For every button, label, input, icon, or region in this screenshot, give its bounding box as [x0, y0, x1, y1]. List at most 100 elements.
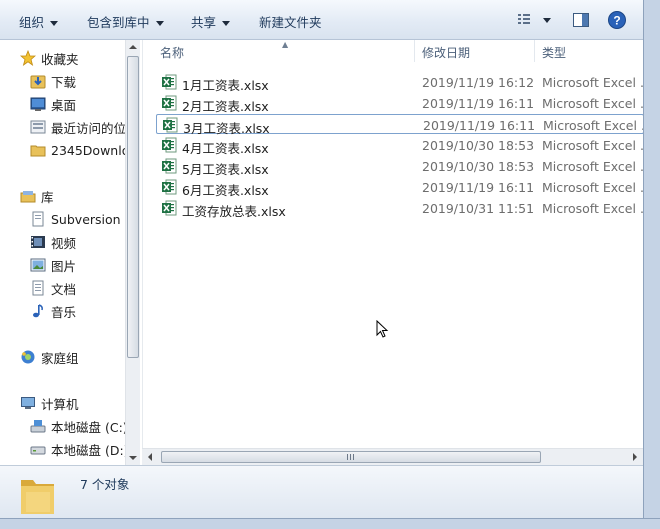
file-row[interactable]: 3月工资表.xlsx 2019/11/19 16:11 Microsoft Exce…	[156, 114, 643, 136]
horizontal-scroll-thumb[interactable]	[161, 451, 541, 463]
new-folder-button[interactable]: 新建文件夹	[259, 12, 322, 30]
nav-2345downloads[interactable]: 2345Downloads	[30, 140, 125, 160]
file-modified-date: 2019/10/30 18:53	[422, 138, 535, 153]
chevron-down-icon	[155, 21, 164, 26]
video-icon	[30, 234, 46, 250]
nav-documents-label: 文档	[51, 281, 77, 297]
organize-button[interactable]: 组织	[19, 12, 59, 30]
nav-pictures[interactable]: 图片	[30, 255, 76, 275]
excel-file-icon	[162, 137, 177, 153]
file-type: Microsoft Excel ...	[542, 75, 643, 90]
file-modified-date: 2019/11/19 16:11	[422, 180, 535, 195]
music-icon	[30, 303, 46, 319]
nav-recent-label: 最近访问的位置	[51, 120, 125, 136]
file-type: Microsoft Excel ...	[542, 96, 643, 111]
file-modified-date: 2019/11/19 16:11	[423, 118, 536, 133]
nav-music-label: 音乐	[51, 304, 77, 320]
organize-label: 组织	[19, 15, 45, 30]
file-type: Microsoft Excel ...	[542, 201, 643, 216]
scroll-down-icon[interactable]	[129, 456, 137, 460]
file-name: 工资存放总表.xlsx	[182, 204, 286, 219]
horizontal-scrollbar[interactable]	[142, 448, 643, 465]
desktop-icon	[30, 96, 46, 112]
nav-computer[interactable]: 计算机	[20, 393, 79, 413]
nav-favorites-label: 收藏夹	[41, 51, 79, 67]
scroll-up-icon[interactable]	[129, 45, 137, 49]
nav-libraries[interactable]: 库	[20, 186, 54, 206]
excel-file-icon	[162, 74, 177, 90]
nav-drive-c-label: 本地磁盘 (C:)	[51, 419, 125, 435]
nav-recent[interactable]: 最近访问的位置	[30, 117, 125, 137]
computer-icon	[20, 395, 36, 411]
file-row[interactable]: 4月工资表.xlsx 2019/10/30 18:53 Microsoft Exce…	[156, 135, 643, 156]
nav-scrollbar[interactable]	[125, 40, 140, 465]
file-modified-date: 2019/10/31 11:51	[422, 201, 535, 216]
nav-drive-d-label: 本地磁盘 (D:)	[51, 442, 125, 458]
file-type: Microsoft Excel ...	[543, 118, 643, 133]
document-library-icon	[30, 211, 46, 227]
nav-music[interactable]: 音乐	[30, 301, 76, 321]
preview-pane-button[interactable]	[572, 11, 590, 32]
chevron-down-icon	[50, 21, 59, 26]
system-drive-icon	[30, 418, 46, 434]
file-type: Microsoft Excel ...	[542, 180, 643, 195]
scroll-left-icon[interactable]	[148, 453, 152, 461]
view-options-button[interactable]	[517, 11, 555, 32]
documents-icon	[30, 280, 46, 296]
nav-pictures-label: 图片	[51, 258, 77, 274]
nav-subversion-label: Subversion	[51, 211, 121, 227]
share-label: 共享	[191, 15, 217, 30]
nav-favorites[interactable]: 收藏夹	[19, 48, 79, 68]
column-divider[interactable]	[534, 40, 535, 62]
column-name[interactable]: 名称	[160, 44, 184, 61]
nav-drive-d[interactable]: 本地磁盘 (D:)	[30, 439, 125, 459]
file-row[interactable]: 工资存放总表.xlsx 2019/10/31 11:51 Microsoft Exc…	[156, 198, 643, 219]
column-modified[interactable]: 修改日期	[422, 44, 470, 61]
file-row[interactable]: 5月工资表.xlsx 2019/10/30 18:53 Microsoft Exce…	[156, 156, 643, 177]
column-divider[interactable]	[414, 40, 415, 62]
recent-places-icon	[30, 119, 46, 135]
homegroup-icon	[20, 349, 36, 365]
excel-file-icon	[162, 95, 177, 111]
nav-2345downloads-label: 2345Downloads	[51, 142, 125, 158]
share-button[interactable]: 共享	[191, 12, 231, 30]
file-row[interactable]: 1月工资表.xlsx 2019/11/19 16:12 Microsoft Exce…	[156, 72, 643, 93]
help-button[interactable]: ?	[607, 10, 627, 33]
file-row[interactable]: 6月工资表.xlsx 2019/11/19 16:11 Microsoft Exce…	[156, 177, 643, 198]
nav-computer-label: 计算机	[41, 396, 79, 412]
nav-videos-label: 视频	[51, 235, 77, 251]
excel-file-icon	[162, 200, 177, 216]
nav-scroll-thumb[interactable]	[127, 56, 139, 358]
folder-large-icon	[21, 480, 54, 514]
command-bar: 组织 包含到库中 共享 新建文件夹 ?	[0, 0, 643, 40]
view-list-icon	[518, 14, 551, 24]
file-modified-date: 2019/11/19 16:11	[422, 96, 535, 111]
file-row[interactable]: 2月工资表.xlsx 2019/11/19 16:11 Microsoft Exce…	[156, 93, 643, 114]
grip-icon	[347, 454, 355, 460]
column-type[interactable]: 类型	[542, 44, 566, 61]
nav-documents[interactable]: 文档	[30, 278, 76, 298]
nav-desktop[interactable]: 桌面	[30, 94, 76, 114]
include-in-library-button[interactable]: 包含到库中	[87, 12, 164, 30]
excel-file-icon	[163, 117, 178, 133]
svg-text:?: ?	[613, 14, 620, 28]
file-type: Microsoft Excel ...	[542, 138, 643, 153]
window-frame-right	[643, 0, 660, 529]
nav-subversion[interactable]: Subversion	[30, 209, 121, 229]
file-name: 1月工资表.xlsx	[182, 78, 269, 93]
file-name: 6月工资表.xlsx	[182, 183, 269, 198]
nav-downloads[interactable]: 下载	[30, 71, 76, 91]
file-name: 2月工资表.xlsx	[182, 99, 269, 114]
file-modified-date: 2019/10/30 18:53	[422, 159, 535, 174]
nav-homegroup[interactable]: 家庭组	[20, 347, 79, 367]
scroll-right-icon[interactable]	[633, 453, 637, 461]
mouse-pointer-icon	[376, 320, 389, 338]
preview-pane-icon	[573, 13, 589, 27]
include-in-library-label: 包含到库中	[87, 15, 150, 30]
chevron-down-icon	[222, 21, 231, 26]
drive-icon	[30, 441, 46, 457]
excel-file-icon	[162, 179, 177, 195]
explorer-window: 组织 包含到库中 共享 新建文件夹 ? 收藏夹 下载 桌面 最近访问的位 234…	[0, 0, 660, 529]
nav-videos[interactable]: 视频	[30, 232, 76, 252]
nav-drive-c[interactable]: 本地磁盘 (C:)	[30, 416, 125, 436]
